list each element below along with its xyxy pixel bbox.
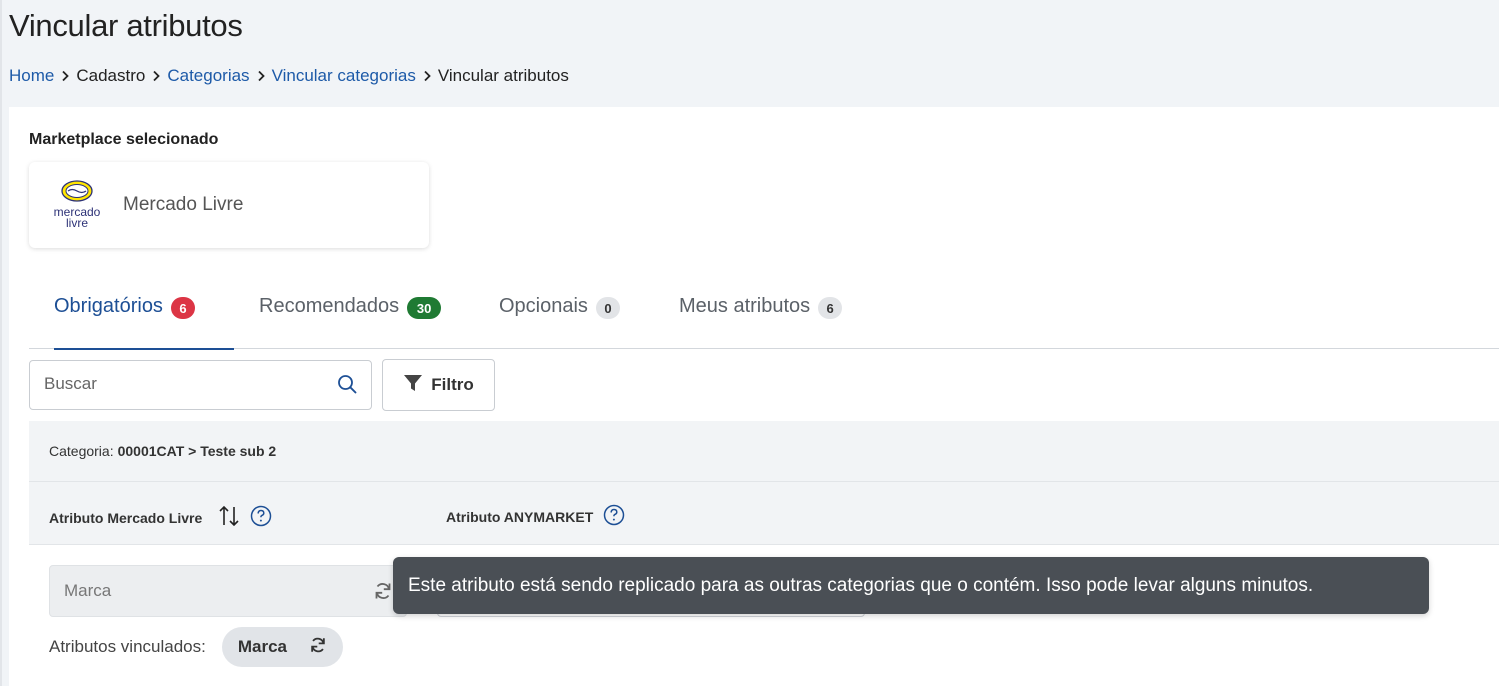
filter-button[interactable]: Filtro bbox=[382, 359, 495, 411]
header-label: Atributo Mercado Livre bbox=[49, 509, 203, 526]
sort-icon[interactable] bbox=[218, 504, 240, 531]
chevron-right-icon bbox=[151, 70, 161, 82]
chip-label: Marca bbox=[237, 637, 288, 656]
category-label: Categoria: bbox=[49, 443, 114, 459]
tab-count-badge: 0 bbox=[595, 297, 620, 319]
chevron-right-icon bbox=[422, 70, 432, 82]
search-input[interactable] bbox=[44, 374, 324, 394]
breadcrumb-categorias[interactable]: Categorias bbox=[167, 66, 249, 86]
marketplace-card[interactable]: mercado livre Mercado Livre bbox=[29, 162, 429, 248]
tab-label: Obrigatórios bbox=[54, 295, 163, 317]
left-border bbox=[0, 0, 2, 686]
table-header: Atributo Mercado Livre Atributo ANYMARKE… bbox=[29, 481, 1499, 545]
header-label: Atributo ANYMARKET bbox=[446, 508, 594, 525]
linked-attributes: Atributos vinculados: Marca bbox=[49, 627, 344, 667]
tab-label: Recomendados bbox=[259, 295, 400, 317]
page-title: Vincular atributos bbox=[9, 8, 243, 43]
filter-label: Filtro bbox=[431, 375, 474, 394]
tab-label: Meus atributos bbox=[679, 295, 811, 317]
replication-tooltip: Este atributo está sendo replicado para … bbox=[393, 557, 1429, 614]
tab-count-badge: 6 bbox=[818, 297, 843, 319]
search-box bbox=[29, 360, 372, 410]
mercado-livre-logo: mercado livre bbox=[47, 175, 107, 235]
chevron-right-icon bbox=[256, 70, 266, 82]
marketplace-attribute-field: Marca bbox=[49, 565, 407, 617]
tab-meus-atributos[interactable]: Meus atributos 6 bbox=[679, 295, 843, 349]
marketplace-name: Mercado Livre bbox=[123, 194, 244, 215]
breadcrumb-vincular-categorias[interactable]: Vincular categorias bbox=[272, 66, 416, 86]
tab-count-badge: 30 bbox=[407, 297, 442, 319]
tab-opcionais[interactable]: Opcionais 0 bbox=[499, 295, 620, 349]
breadcrumb: Home Cadastro Categorias Vincular catego… bbox=[9, 66, 569, 86]
marketplace-section-label: Marketplace selecionado bbox=[29, 131, 219, 148]
breadcrumb-home[interactable]: Home bbox=[9, 66, 54, 86]
tab-label: Opcionais bbox=[499, 295, 588, 317]
linked-label: Atributos vinculados: bbox=[49, 637, 206, 656]
tab-recomendados[interactable]: Recomendados 30 bbox=[259, 295, 442, 349]
funnel-icon bbox=[403, 373, 423, 398]
linked-attribute-chip[interactable]: Marca bbox=[221, 627, 344, 667]
help-circle-icon[interactable] bbox=[603, 504, 625, 529]
tab-count-badge: 6 bbox=[170, 297, 195, 319]
header-marketplace-attribute: Atributo Mercado Livre bbox=[49, 504, 272, 531]
search-icon[interactable] bbox=[337, 374, 357, 399]
breadcrumb-current: Vincular atributos bbox=[437, 66, 569, 85]
help-circle-icon[interactable] bbox=[250, 505, 272, 530]
header-anymarket-attribute: Atributo ANYMARKET bbox=[446, 504, 625, 529]
sync-icon bbox=[309, 636, 327, 659]
svg-text:livre: livre bbox=[66, 216, 88, 230]
chevron-right-icon bbox=[60, 70, 70, 82]
tab-obrigatorios[interactable]: Obrigatórios 6 bbox=[54, 295, 234, 350]
breadcrumb-cadastro: Cadastro bbox=[76, 66, 146, 85]
sync-icon bbox=[373, 581, 393, 606]
category-value: 00001CAT > Teste sub 2 bbox=[117, 443, 277, 459]
attribute-tabs: Obrigatórios 6 Recomendados 30 Opcionais… bbox=[29, 279, 1499, 350]
category-bar: Categoria: 00001CAT > Teste sub 2 bbox=[29, 421, 1499, 481]
